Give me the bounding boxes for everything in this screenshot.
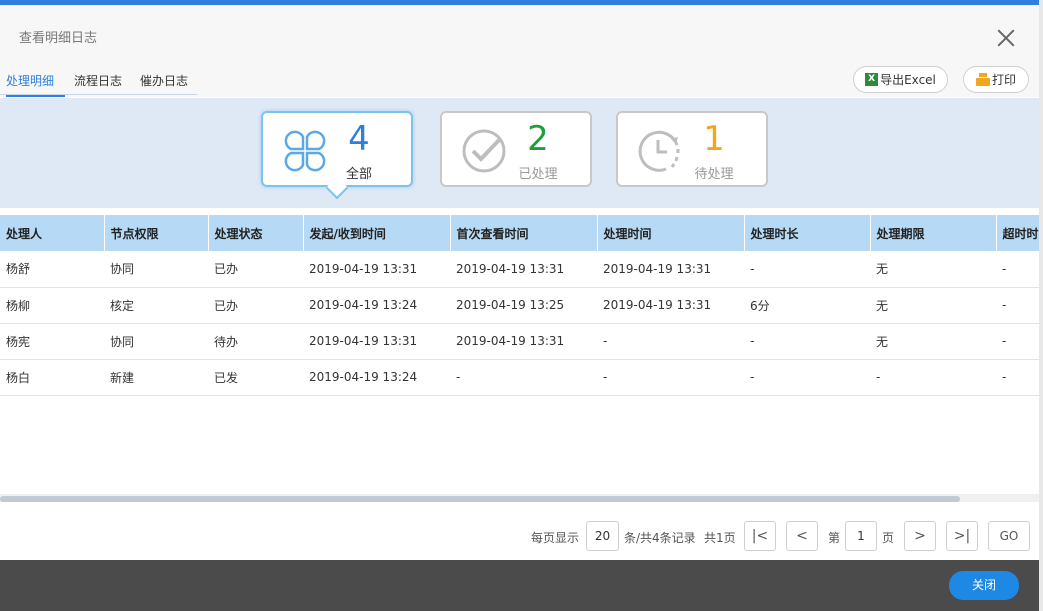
records-label: 条/共4条记录 — [624, 531, 696, 545]
page-suffix-label: 页 — [882, 531, 895, 545]
table-cell: 无 — [870, 287, 996, 324]
table-row[interactable]: 杨舒 协同 已办 2019-04-19 13:31 2019-04-19 13:… — [0, 251, 1043, 288]
table-cell: - — [996, 287, 1043, 324]
col-header-handler[interactable]: 处理人 — [0, 215, 105, 251]
table-cell: 2019-04-19 13:31 — [450, 323, 597, 360]
table-cell: 新建 — [104, 359, 208, 396]
summary-all-label: 全部 — [345, 167, 373, 182]
summary-pending-label: 待处理 — [694, 167, 734, 182]
excel-icon: X — [865, 73, 879, 86]
summary-panel: 4 全部 2 已处理 1 待处理 — [0, 98, 1043, 208]
table-cell: - — [744, 251, 870, 288]
last-page-button[interactable]: >| — [946, 521, 978, 551]
close-button[interactable]: 关闭 — [949, 571, 1019, 600]
col-header-process-time[interactable]: 处理时间 — [597, 215, 745, 251]
table-cell: - — [996, 251, 1043, 288]
table-row[interactable]: 杨柳 核定 已办 2019-04-19 13:24 2019-04-19 13:… — [0, 287, 1043, 324]
table-row[interactable]: 杨宪 协同 待办 2019-04-19 13:31 2019-04-19 13:… — [0, 323, 1043, 360]
summary-done-count: 2 — [527, 119, 549, 159]
dialog-titlebar: 查看明细日志 — [0, 5, 1043, 63]
summary-done-label: 已处理 — [518, 167, 558, 182]
summary-all-count: 4 — [348, 119, 370, 159]
table-cell: 协同 — [104, 251, 208, 288]
col-header-deadline[interactable]: 处理期限 — [870, 215, 997, 251]
table-cell: 已办 — [208, 251, 303, 288]
table-cell: 2019-04-19 13:31 — [303, 251, 450, 288]
table-row[interactable]: 杨白 新建 已发 2019-04-19 13:24 - - - - - — [0, 359, 1043, 396]
detail-table-container: 处理人 节点权限 处理状态 发起/收到时间 首次查看时间 处理时间 处理时长 处… — [0, 215, 1043, 497]
pagination-bar: 每页显示 20 条/共4条记录 共1页 |< < 第 1 页 > >| GO — [0, 510, 1043, 560]
table-cell: 杨宪 — [0, 323, 104, 360]
table-cell: 已办 — [208, 287, 303, 324]
table-cell: - — [597, 323, 744, 360]
go-button[interactable]: GO — [988, 521, 1030, 551]
col-header-duration[interactable]: 处理时长 — [744, 215, 871, 251]
col-header-received-time[interactable]: 发起/收到时间 — [303, 215, 451, 251]
table-cell: 2019-04-19 13:24 — [303, 359, 450, 396]
export-excel-label: 导出Excel — [880, 73, 936, 87]
pages-label: 共1页 — [704, 531, 736, 545]
table-cell: 已发 — [208, 359, 303, 396]
col-header-overtime[interactable]: 超时时 — [996, 215, 1043, 251]
table-cell: - — [597, 359, 744, 396]
detail-table: 处理人 节点权限 处理状态 发起/收到时间 首次查看时间 处理时间 处理时长 处… — [0, 215, 1043, 396]
prev-page-button[interactable]: < — [786, 521, 818, 551]
horizontal-scrollbar[interactable] — [0, 494, 1043, 502]
per-page-label: 每页显示 — [531, 531, 580, 545]
export-excel-button[interactable]: X 导出Excel — [853, 66, 948, 93]
table-cell: - — [744, 323, 870, 360]
table-cell: 核定 — [104, 287, 208, 324]
col-header-first-view-time[interactable]: 首次查看时间 — [450, 215, 598, 251]
printer-icon — [975, 73, 990, 86]
check-circle-icon — [462, 129, 506, 173]
col-header-status[interactable]: 处理状态 — [208, 215, 304, 251]
col-header-node-permission[interactable]: 节点权限 — [104, 215, 209, 251]
print-label: 打印 — [991, 73, 1016, 87]
clover-icon — [284, 130, 326, 172]
summary-card-done[interactable]: 2 已处理 — [440, 111, 592, 187]
summary-pending-count: 1 — [703, 119, 725, 159]
table-cell: - — [744, 359, 870, 396]
close-icon[interactable] — [995, 27, 1017, 49]
dialog-title: 查看明细日志 — [19, 31, 98, 46]
table-cell: 6分 — [744, 287, 870, 324]
table-cell: 杨舒 — [0, 251, 104, 288]
table-header-row: 处理人 节点权限 处理状态 发起/收到时间 首次查看时间 处理时间 处理时长 处… — [0, 215, 1043, 251]
detail-log-dialog: 查看明细日志 处理明细 流程日志 催办日志 X 导出Excel 打印 4 全部 — [0, 5, 1043, 611]
horizontal-scroll-thumb[interactable] — [0, 496, 960, 502]
page-number-input[interactable]: 1 — [845, 521, 877, 551]
clock-icon — [638, 130, 680, 172]
table-cell: 2019-04-19 13:24 — [303, 287, 450, 324]
per-page-input[interactable]: 20 — [586, 521, 619, 551]
dialog-footer: 关闭 — [0, 560, 1043, 611]
table-cell: - — [450, 359, 597, 396]
first-page-button[interactable]: |< — [744, 521, 776, 551]
right-edge-strip — [1039, 0, 1043, 611]
table-cell: 杨白 — [0, 359, 104, 396]
print-button[interactable]: 打印 — [963, 66, 1029, 93]
table-cell: 2019-04-19 13:25 — [450, 287, 597, 324]
table-cell: - — [870, 359, 996, 396]
table-cell: 2019-04-19 13:31 — [303, 323, 450, 360]
table-cell: 无 — [870, 323, 996, 360]
table-cell: 2019-04-19 13:31 — [450, 251, 597, 288]
summary-card-all[interactable]: 4 全部 — [261, 111, 413, 200]
table-cell: - — [996, 359, 1043, 396]
tab-divider — [0, 94, 197, 95]
table-cell: 协同 — [104, 323, 208, 360]
active-card-pointer — [325, 176, 349, 200]
page-prefix-label: 第 — [828, 531, 841, 545]
table-cell: 杨柳 — [0, 287, 104, 324]
table-cell: 2019-04-19 13:31 — [597, 251, 744, 288]
table-cell: 2019-04-19 13:31 — [597, 287, 744, 324]
summary-card-pending[interactable]: 1 待处理 — [616, 111, 768, 187]
table-cell: 无 — [870, 251, 996, 288]
table-cell: 待办 — [208, 323, 303, 360]
next-page-button[interactable]: > — [904, 521, 936, 551]
table-cell: - — [996, 323, 1043, 360]
